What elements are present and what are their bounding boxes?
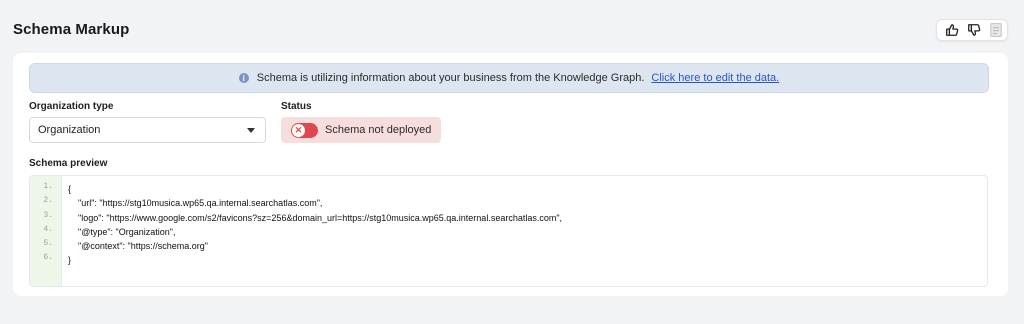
org-type-label: Organization type	[29, 101, 114, 112]
status-label: Status	[281, 101, 312, 112]
close-icon: ✕	[292, 123, 305, 137]
page-title: Schema Markup	[13, 21, 130, 38]
feedback-toolbar	[936, 19, 1008, 41]
line-number: 3.	[43, 210, 53, 220]
code-line: {	[68, 184, 72, 194]
line-number-gutter: 1. 2. 3. 4. 5. 6.	[30, 176, 62, 286]
banner-text: Schema is utilizing information about yo…	[256, 72, 645, 84]
edit-data-link[interactable]: Click here to edit the data.	[651, 72, 779, 84]
code-line: "@context": "https://schema.org"	[78, 241, 208, 252]
schema-preview[interactable]: 1. 2. 3. 4. 5. 6. { "url": "https://stg1…	[29, 175, 988, 287]
line-number: 5.	[43, 239, 53, 249]
code-line: "logo": "https://www.google.com/s2/favic…	[78, 212, 563, 223]
line-number: 4.	[43, 224, 53, 234]
code-line: }	[68, 255, 72, 266]
line-number: 1.	[43, 182, 53, 191]
line-number: 6.	[43, 253, 53, 263]
status-badge: ✕ Schema not deployed	[281, 117, 441, 143]
thumbs-up-icon[interactable]	[945, 23, 959, 37]
org-type-value: Organization	[38, 124, 101, 136]
document-icon[interactable]	[989, 23, 1003, 37]
status-text: Schema not deployed	[325, 124, 432, 136]
org-type-select[interactable]: Organization	[29, 117, 266, 143]
info-icon: i	[238, 73, 249, 83]
line-number: 2.	[43, 196, 53, 206]
schema-card: i Schema is utilizing information about …	[13, 53, 1008, 296]
thumbs-down-icon[interactable]	[967, 23, 981, 37]
deploy-toggle[interactable]: ✕	[291, 122, 318, 138]
code-content: { "url": "https://stg10musica.wp65.qa.in…	[62, 176, 562, 286]
info-banner: i Schema is utilizing information about …	[29, 63, 989, 93]
preview-label: Schema preview	[29, 158, 108, 169]
chevron-down-icon	[247, 127, 255, 133]
code-line: "@type": "Organization",	[78, 226, 176, 237]
code-line: "url": "https://stg10musica.wp65.qa.inte…	[78, 198, 323, 209]
